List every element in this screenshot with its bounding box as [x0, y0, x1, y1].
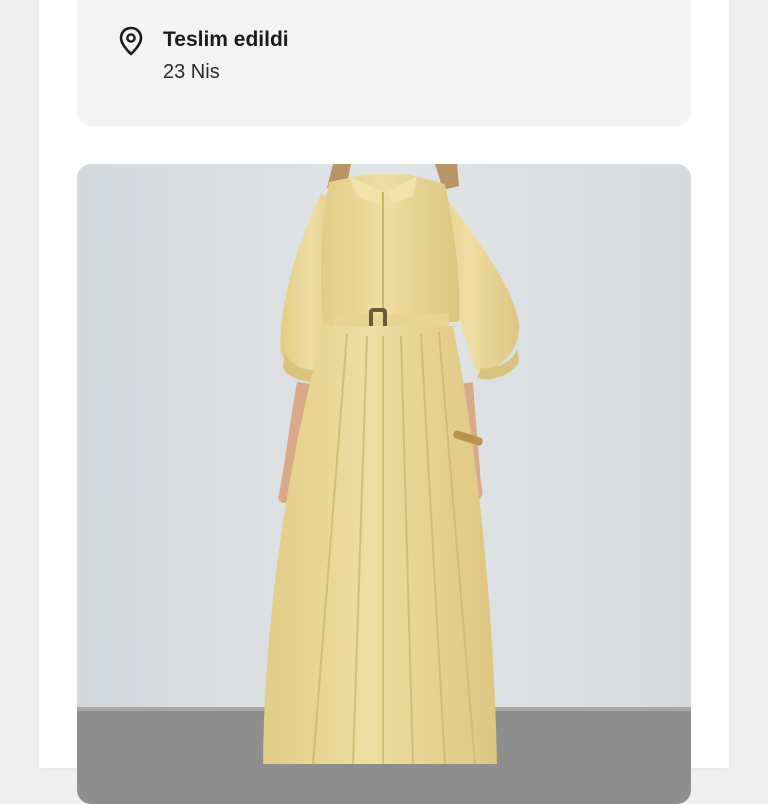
delivery-status-title: Teslim edildi — [163, 28, 289, 51]
product-image[interactable] — [77, 164, 691, 804]
delivery-status-card[interactable]: Teslim edildi 23 Nis — [77, 0, 691, 126]
location-pin-icon — [119, 26, 143, 56]
screen: Teslim edildi 23 Nis — [39, 0, 729, 804]
delivery-status-date: 23 Nis — [163, 61, 220, 83]
product-photo-yellow-belted-dress — [77, 164, 691, 804]
